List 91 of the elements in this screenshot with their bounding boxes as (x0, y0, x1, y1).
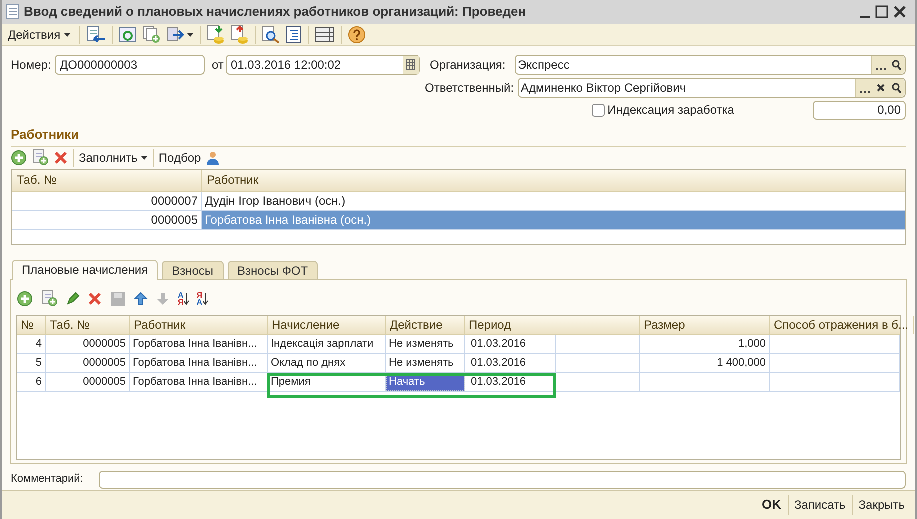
table-cell: Оклад по днях (268, 354, 386, 372)
table-cell: 6 (17, 372, 46, 390)
table-cell[interactable]: Не изменять (386, 334, 465, 352)
help-icon[interactable] (348, 26, 366, 44)
copy-add-icon[interactable] (142, 26, 161, 44)
table-cell[interactable]: Не изменять (386, 354, 465, 372)
search-button[interactable] (889, 56, 905, 74)
table-cell: 01.03.2016 (468, 354, 556, 372)
document-arrow-icon[interactable] (86, 26, 106, 44)
search-icon[interactable] (262, 26, 280, 44)
checkbox[interactable] (592, 104, 605, 116)
table-cell: 0000007 (12, 192, 202, 210)
field-label: Организация: (430, 57, 507, 74)
delete-icon[interactable] (88, 292, 102, 306)
table-cell: 0000005 (46, 372, 130, 390)
maximize-icon[interactable] (875, 5, 889, 19)
search-icon (892, 82, 902, 94)
column-header[interactable]: Начисление (268, 316, 386, 334)
table-cell: 1 400,000 (640, 354, 770, 372)
table-rows-icon[interactable] (314, 26, 335, 42)
field-label: Номер: (11, 57, 52, 74)
table-cell: 0000005 (46, 354, 130, 372)
table-cell: 01.03.2016 (468, 372, 556, 390)
document-icon (6, 4, 20, 20)
table-cell-text: Дудін Ігор Іванович (осн.) (204, 192, 347, 210)
number-field[interactable]: ДО000000003 (55, 55, 205, 75)
copy-add-icon[interactable] (32, 149, 49, 166)
column-header[interactable]: Период (465, 316, 640, 334)
list-document-icon[interactable] (286, 26, 302, 44)
column-header[interactable]: Действие (386, 316, 465, 334)
tab[interactable]: Плановые начисления (12, 260, 158, 280)
delete-icon[interactable] (54, 150, 68, 164)
document-arrow-icon[interactable] (166, 26, 185, 42)
comment-field[interactable] (99, 470, 906, 488)
table-cell: Індексація зарплати (268, 334, 386, 352)
field-label: Ответственный: (425, 80, 516, 97)
column-header[interactable]: № (17, 316, 46, 334)
column-header[interactable]: Таб. № (12, 170, 202, 190)
table-cell: Горбатова Інна Іванівна (осн.) (202, 210, 905, 228)
add-icon[interactable] (17, 290, 33, 306)
down-arrow-icon (156, 292, 170, 306)
coins-document-icon[interactable] (206, 24, 225, 44)
caret-icon (140, 156, 148, 160)
column-header[interactable]: Работник (130, 316, 268, 334)
pencil-icon[interactable] (66, 292, 80, 306)
dialog-button[interactable]: Закрыть (852, 492, 911, 517)
up-arrow-icon[interactable] (134, 292, 148, 306)
table-cell: 0000005 (46, 334, 130, 352)
person-icon[interactable] (206, 150, 220, 164)
date-field[interactable]: 01.03.2016 12:00:02 (226, 55, 420, 75)
fill-menu-button[interactable]: Заполнить (79, 148, 148, 166)
organization-field[interactable]: Экспресс (515, 55, 906, 75)
table-cell: 01.03.2016 (468, 334, 556, 352)
caret-icon (186, 32, 194, 36)
field-label: Комментарий: (11, 472, 84, 488)
close-icon[interactable] (893, 5, 907, 19)
actions-menu-button[interactable]: Действия (6, 26, 73, 44)
search-icon (892, 60, 902, 70)
table-cell: 1,000 (640, 334, 770, 352)
save-icon (110, 290, 126, 306)
calendar-icon[interactable] (403, 56, 419, 74)
coins-document-icon[interactable] (230, 24, 249, 44)
responsible-field[interactable]: Админенко Віктор Сергійович (518, 78, 906, 98)
table-cell: 5 (17, 354, 46, 372)
table-cell: 4 (17, 334, 46, 352)
amount-field[interactable]: 0,00 (813, 100, 906, 120)
select-button[interactable] (871, 56, 889, 74)
table-cell: Горбатова Інна Іванівн... (130, 334, 268, 352)
tab[interactable]: Взносы ФОТ (228, 260, 318, 278)
search-button[interactable] (889, 79, 905, 97)
table-row[interactable]: 0000005 Горбатова Інна Іванівна (осн.) (12, 210, 905, 230)
dialog-button[interactable]: OK (756, 492, 788, 517)
section-title: Работники (11, 127, 80, 142)
add-icon[interactable] (11, 150, 27, 166)
copy-add-icon[interactable] (41, 290, 58, 307)
field-label: от (212, 57, 225, 74)
select-button[interactable] (855, 79, 873, 97)
pick-button[interactable]: Подбор (158, 148, 202, 166)
checkbox-label: Индексация заработка (608, 102, 736, 119)
dialog-button[interactable]: Записать (788, 492, 852, 517)
close-icon (877, 84, 885, 92)
table-cell: Горбатова Інна Іванівн... (130, 354, 268, 372)
column-header[interactable]: Размер (640, 316, 770, 334)
caret-icon (64, 32, 71, 36)
refresh-icon[interactable] (118, 26, 137, 42)
column-header[interactable]: Работник (202, 170, 905, 190)
column-header[interactable]: Таб. № (46, 316, 130, 334)
tab[interactable]: Взносы (162, 260, 224, 278)
table-cell: Горбатова Інна Іванівн... (130, 372, 268, 390)
window-title: Ввод сведений о плановых начислениях работников организаций: Проведен (24, 3, 528, 22)
column-header[interactable]: Способ отражения в б... (770, 316, 914, 334)
